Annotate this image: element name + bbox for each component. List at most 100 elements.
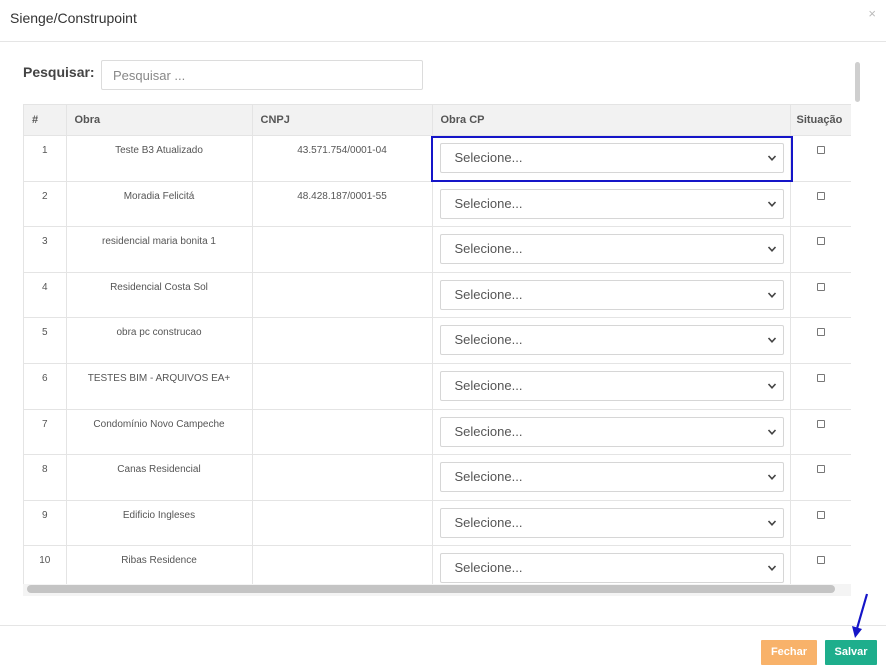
row-obra: TESTES BIM - ARQUIVOS EA+ <box>66 363 253 410</box>
obra-cp-select[interactable]: Selecione... <box>439 325 784 356</box>
situacao-checkbox[interactable] <box>817 282 825 291</box>
obra-cp-select-value: Selecione... <box>454 286 523 302</box>
sienge-construpoint-modal: Sienge/Construpoint × Pesquisar: # Obra … <box>0 0 886 666</box>
column-header-situacao: Situação <box>790 104 851 136</box>
row-cnpj <box>252 409 433 456</box>
row-obra: Residencial Costa Sol <box>66 272 253 319</box>
row-number: 8 <box>24 454 67 501</box>
row-obra: Moradia Felicitá <box>66 181 253 228</box>
row-situacao-cell <box>790 545 851 584</box>
chevron-down-icon <box>767 565 776 572</box>
search-input[interactable] <box>101 60 423 90</box>
situacao-checkbox[interactable] <box>817 556 825 565</box>
row-number: 3 <box>24 226 67 273</box>
row-situacao-cell <box>790 226 851 273</box>
row-obra-cp-cell: Selecione... <box>432 545 791 584</box>
obra-cp-select[interactable]: Selecione... <box>439 462 784 493</box>
situacao-checkbox[interactable] <box>817 465 825 474</box>
situacao-checkbox[interactable] <box>817 191 825 200</box>
row-situacao-cell <box>790 409 851 456</box>
horizontal-scrollbar[interactable] <box>27 585 835 593</box>
row-situacao-cell <box>790 363 851 410</box>
row-cnpj <box>252 500 433 547</box>
chevron-down-icon <box>767 474 776 481</box>
situacao-checkbox[interactable] <box>817 328 825 337</box>
row-situacao-cell <box>790 454 851 501</box>
row-cnpj <box>252 226 433 273</box>
row-situacao-cell <box>790 135 851 182</box>
situacao-checkbox[interactable] <box>817 419 825 428</box>
row-obra-cp-cell: Selecione... <box>432 409 791 456</box>
table-row: 10 Ribas Residence Selecione... <box>24 545 851 584</box>
row-obra-cp-cell: Selecione... <box>432 500 791 547</box>
row-cnpj <box>252 317 433 364</box>
close-icon[interactable]: × <box>868 6 876 21</box>
row-obra-cp-cell: Selecione... <box>432 272 791 319</box>
obra-cp-select[interactable]: Selecione... <box>439 234 784 265</box>
row-number: 1 <box>24 135 67 182</box>
chevron-down-icon <box>767 246 776 253</box>
row-situacao-cell <box>790 500 851 547</box>
row-cnpj <box>252 545 433 584</box>
chevron-down-icon <box>767 201 776 207</box>
obra-cp-select-value: Selecione... <box>454 560 523 576</box>
situacao-checkbox[interactable] <box>817 146 825 154</box>
obras-table: # Obra CNPJ Obra CP Situação 1 Teste B3 A… <box>24 104 851 584</box>
chevron-down-icon <box>767 337 776 344</box>
table-row: 5 obra pc construcao Selecione... <box>24 317 851 364</box>
situacao-checkbox[interactable] <box>817 373 825 382</box>
search-row: Pesquisar: <box>23 60 423 90</box>
table-row: 2 Moradia Felicitá 48.428.187/0001-55 Selec… <box>24 181 851 228</box>
chevron-down-icon <box>767 383 776 389</box>
close-button[interactable]: Fechar <box>761 640 817 665</box>
save-button[interactable]: Salvar <box>825 640 877 665</box>
table-row: 4 Residencial Costa Sol Selecione... <box>24 272 851 319</box>
row-situacao-cell <box>790 272 851 319</box>
row-obra: Ribas Residence <box>66 545 253 584</box>
row-situacao-cell <box>790 181 851 228</box>
row-obra-cp-cell: Selecione... <box>432 454 791 501</box>
chevron-down-icon <box>767 292 776 298</box>
obra-cp-select-value: Selecione... <box>454 514 523 530</box>
column-header-cnpj: CNPJ <box>252 104 433 136</box>
row-obra: Teste B3 Atualizado <box>66 135 253 182</box>
obra-cp-select-value: Selecione... <box>454 150 523 165</box>
row-obra: obra pc construcao <box>66 317 253 364</box>
obra-cp-select[interactable]: Selecione... <box>439 507 784 538</box>
row-number: 7 <box>24 409 67 456</box>
table-row: 9 Edificio Ingleses Selecione... <box>24 500 851 547</box>
modal-footer <box>0 625 886 666</box>
row-number: 6 <box>24 363 67 410</box>
obra-cp-select[interactable]: Selecione... <box>439 370 784 401</box>
chevron-down-icon <box>767 429 776 435</box>
chevron-down-icon <box>767 155 776 161</box>
obra-cp-select[interactable]: Selecione... <box>439 188 784 219</box>
vertical-scrollbar[interactable] <box>855 62 860 102</box>
obra-cp-select[interactable]: Selecione... <box>439 416 784 447</box>
row-obra-cp-cell: Selecione... <box>432 363 791 410</box>
row-cnpj: 43.571.754/0001-04 <box>252 135 433 182</box>
row-cnpj <box>252 363 433 410</box>
obra-cp-select[interactable]: Selecione... <box>439 279 784 310</box>
row-obra: Canas Residencial <box>66 454 253 501</box>
row-situacao-cell <box>790 317 851 364</box>
obra-cp-select[interactable]: Selecione... <box>439 143 784 173</box>
situacao-checkbox[interactable] <box>817 510 825 519</box>
row-cnpj: 48.428.187/0001-55 <box>252 181 433 228</box>
column-header-number: # <box>24 104 67 136</box>
table-row: 7 Condomínio Novo Campeche Selecione... <box>24 409 851 456</box>
table-row: 6 TESTES BIM - ARQUIVOS EA+ Selecione... <box>24 363 851 410</box>
row-number: 9 <box>24 500 67 547</box>
situacao-checkbox[interactable] <box>817 237 825 246</box>
table-row: 3 residencial maria bonita 1 Selecione... <box>24 226 851 273</box>
obra-cp-select-value: Selecione... <box>454 377 523 393</box>
row-obra: Edificio Ingleses <box>66 500 253 547</box>
row-number: 5 <box>24 317 67 364</box>
table-row: 1 Teste B3 Atualizado 43.571.754/0001-04 Se… <box>24 135 851 182</box>
row-obra-cp-cell: Selecione... <box>432 226 791 273</box>
column-header-obra-cp: Obra CP <box>432 104 791 136</box>
obra-cp-select-value: Selecione... <box>454 423 523 439</box>
obra-cp-select[interactable]: Selecione... <box>439 553 784 584</box>
modal-header: Sienge/Construpoint × <box>0 0 886 42</box>
row-cnpj <box>252 454 433 501</box>
